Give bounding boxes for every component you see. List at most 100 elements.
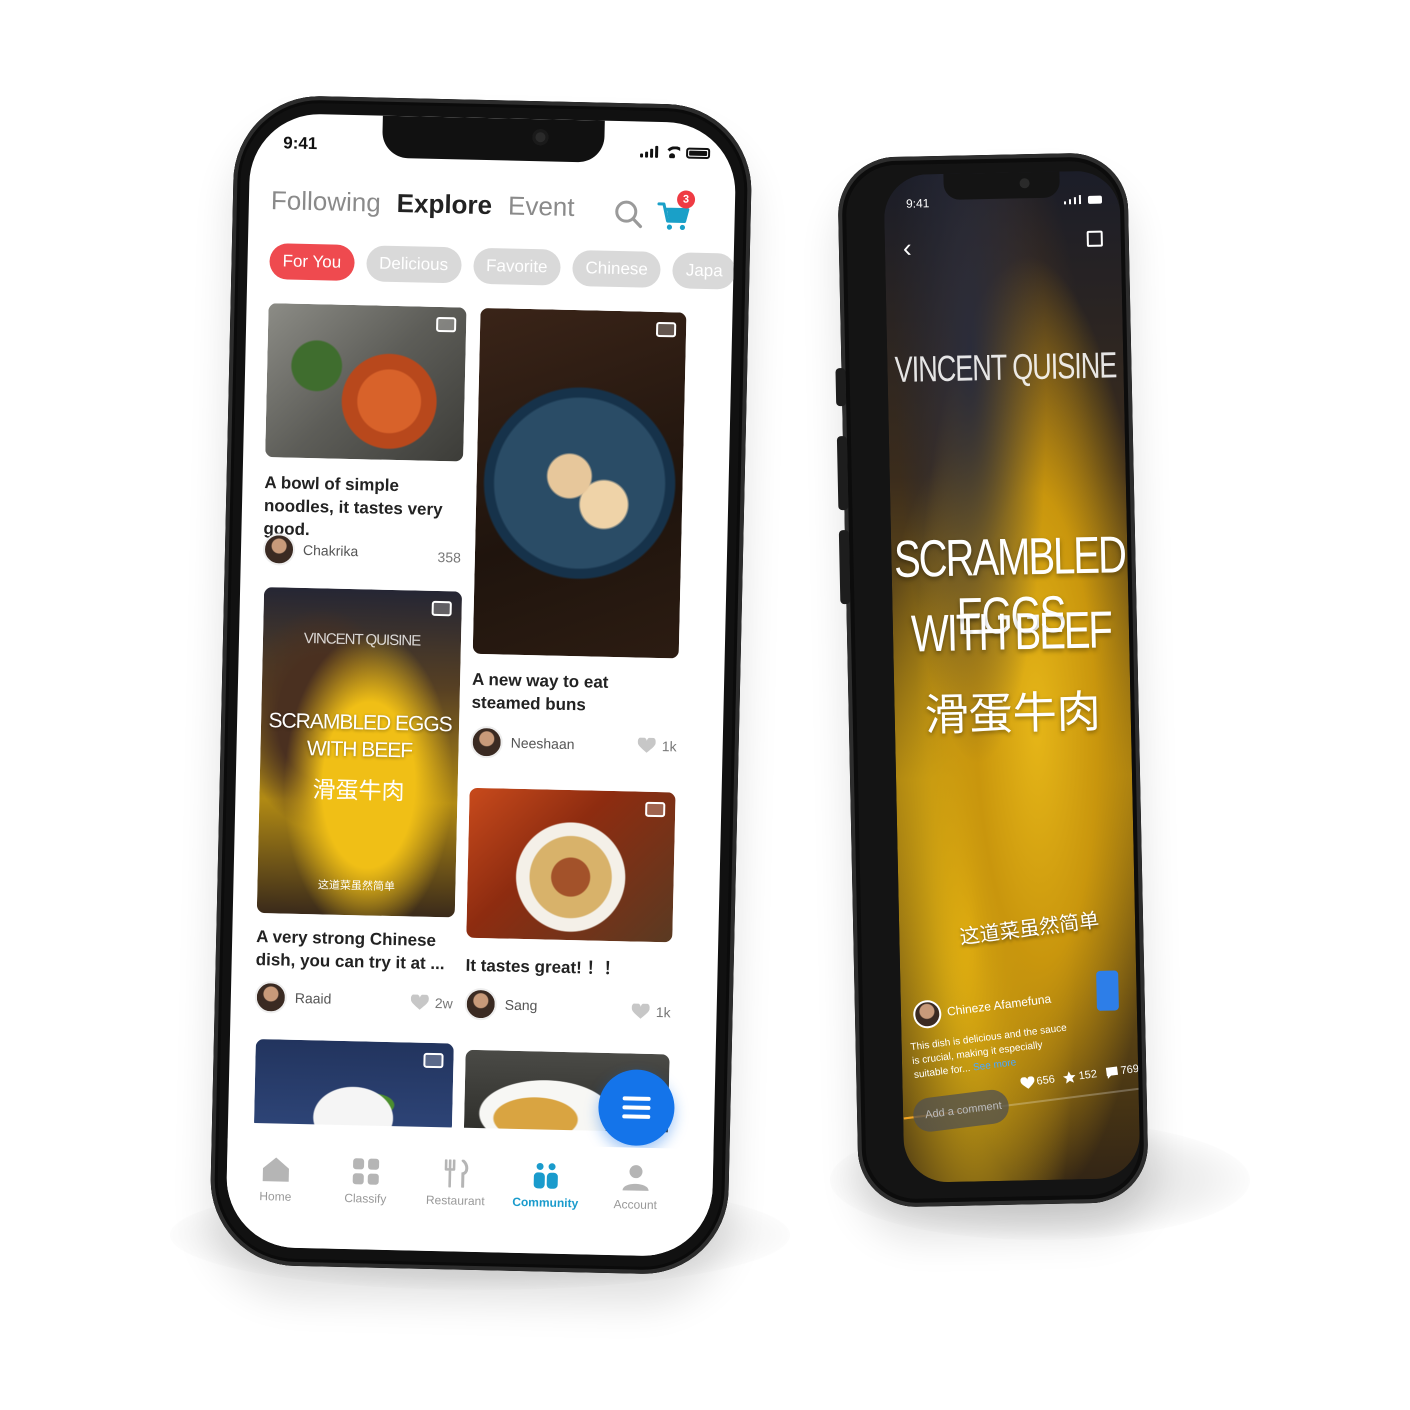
share-icon[interactable] — [1086, 230, 1103, 247]
see-more-link[interactable]: See more — [972, 1057, 1016, 1073]
chip-for-you[interactable]: For You — [269, 243, 355, 282]
video-subtitle: 这道菜虽然简单 — [958, 907, 1101, 949]
chip-favorite[interactable]: Favorite — [472, 247, 561, 286]
comment-icon — [1105, 1065, 1118, 1079]
author-name: Chineze Afamefuna — [946, 991, 1052, 1019]
tab-explore[interactable]: Explore — [396, 188, 492, 221]
grid-icon — [352, 1158, 380, 1185]
video-icon — [423, 1052, 444, 1069]
star-count: 152 — [1077, 1068, 1098, 1083]
chip-chinese[interactable]: Chinese — [572, 249, 662, 288]
fab-line — [622, 1114, 651, 1119]
feed-grid: A bowl of simple noodles, it tastes very… — [250, 303, 688, 1133]
post-card[interactable] — [253, 1038, 454, 1133]
search-icon[interactable] — [613, 199, 644, 230]
home-icon — [262, 1157, 289, 1182]
author-name: Sang — [504, 996, 538, 1014]
post-image — [253, 1038, 454, 1133]
post-title: It tastes great! ！！ — [465, 955, 621, 979]
comment-input[interactable]: Add a comment — [911, 1087, 1011, 1134]
nav-community[interactable]: Community — [500, 1161, 591, 1211]
video-title-chinese: 滑蛋牛肉 — [924, 686, 1102, 742]
comment-count: 769 — [1119, 1062, 1140, 1078]
video-icon — [431, 600, 452, 617]
post-image — [472, 307, 687, 659]
community-icon — [533, 1162, 558, 1189]
battery-icon — [686, 147, 711, 159]
post-meta: 358 — [437, 549, 461, 566]
front-camera — [1019, 178, 1030, 189]
avatar — [254, 980, 288, 1014]
fab-line — [622, 1105, 651, 1110]
star-icon — [1063, 1071, 1076, 1084]
right-phone: 9:41 ‹ VINCENT QUISINE SCRAMBLED EGGS WI… — [835, 152, 1149, 1208]
menu-fab[interactable] — [597, 1068, 676, 1147]
volume-up-button[interactable] — [836, 436, 849, 511]
video-author[interactable]: Chineze Afamefuna — [911, 985, 1053, 1030]
status-icons — [640, 145, 711, 159]
notch — [381, 115, 605, 163]
notch — [943, 171, 1060, 200]
top-tabs: Following Explore Event — [271, 185, 575, 223]
post-image: VINCENT QUISINE SCRAMBLED EGGS WITH BEEF… — [256, 587, 463, 918]
heart-icon[interactable] — [637, 737, 656, 754]
like-count: 2w — [434, 995, 453, 1012]
heart-icon[interactable] — [631, 1003, 650, 1020]
nav-label: Restaurant — [425, 1192, 485, 1209]
post-meta: 2w — [410, 994, 453, 1012]
post-meta: 1k — [631, 1003, 671, 1021]
avatar — [911, 998, 943, 1030]
tab-following[interactable]: Following — [271, 185, 381, 218]
user-icon — [622, 1165, 649, 1191]
status-time: 9:41 — [905, 196, 930, 211]
like-count: 656 — [1035, 1073, 1056, 1088]
overlay-subtitle: 这道菜虽然简单 — [317, 878, 396, 894]
post-title: A very strong Chinese dish, you can try … — [255, 926, 445, 974]
heart-icon — [1020, 1075, 1035, 1089]
author-name: Raaid — [294, 989, 332, 1007]
post-meta: 1k — [637, 737, 677, 755]
post-card[interactable]: It tastes great! ！！ Sang 1k — [464, 787, 676, 1033]
mute-switch[interactable] — [835, 368, 847, 407]
post-card[interactable]: A bowl of simple noodles, it tastes very… — [262, 303, 467, 577]
status-time: 9:41 — [283, 133, 318, 154]
tab-event[interactable]: Event — [508, 190, 575, 223]
signal-icon — [640, 145, 659, 158]
shopping-bag-icon[interactable] — [1096, 970, 1119, 1011]
like-stat[interactable]: 656 — [1020, 1073, 1056, 1090]
nav-label: Classify — [344, 1191, 387, 1206]
category-chips: For You Delicious Favorite Chinese Japa — [269, 243, 737, 290]
chip-delicious[interactable]: Delicious — [365, 245, 462, 284]
nav-restaurant[interactable]: Restaurant — [410, 1159, 501, 1209]
left-phone: 9:41 Following Explore Event 3 For You D… — [208, 94, 754, 1276]
fab-line — [622, 1096, 651, 1101]
overlay-title: SCRAMBLED EGGS WITH BEEF — [268, 709, 452, 763]
avatar — [464, 987, 498, 1021]
video-icon — [645, 801, 666, 818]
post-card[interactable]: A new way to eat steamed buns Neeshaan 1… — [470, 307, 687, 773]
like-count: 1k — [661, 738, 677, 755]
volume-down-button[interactable] — [838, 529, 851, 605]
overlay-brand: VINCENT QUISINE — [303, 629, 421, 650]
post-author: Raaid — [254, 980, 332, 1015]
post-card[interactable]: VINCENT QUISINE SCRAMBLED EGGS WITH BEEF… — [254, 587, 463, 1021]
fork-knife-icon — [444, 1159, 469, 1188]
chip-japanese[interactable]: Japa — [672, 252, 737, 290]
nav-account[interactable]: Account — [590, 1163, 681, 1213]
nav-classify[interactable]: Classify — [320, 1156, 411, 1206]
avatar — [262, 533, 296, 566]
post-author: Sang — [464, 987, 538, 1022]
heart-icon[interactable] — [410, 994, 429, 1010]
nav-label: Home — [259, 1189, 292, 1204]
post-author: Chakrika — [262, 533, 359, 567]
star-stat[interactable]: 152 — [1062, 1067, 1098, 1085]
wifi-icon — [664, 146, 680, 158]
avatar — [470, 725, 504, 759]
gallery-icon — [655, 321, 677, 338]
like-count: 1k — [655, 1004, 671, 1021]
video-title-line2: WITH BEEF — [910, 601, 1112, 664]
nav-home[interactable]: Home — [230, 1154, 321, 1204]
comment-stat[interactable]: 769 — [1104, 1062, 1140, 1079]
back-icon[interactable]: ‹ — [903, 233, 912, 263]
status-icons — [1063, 195, 1103, 205]
